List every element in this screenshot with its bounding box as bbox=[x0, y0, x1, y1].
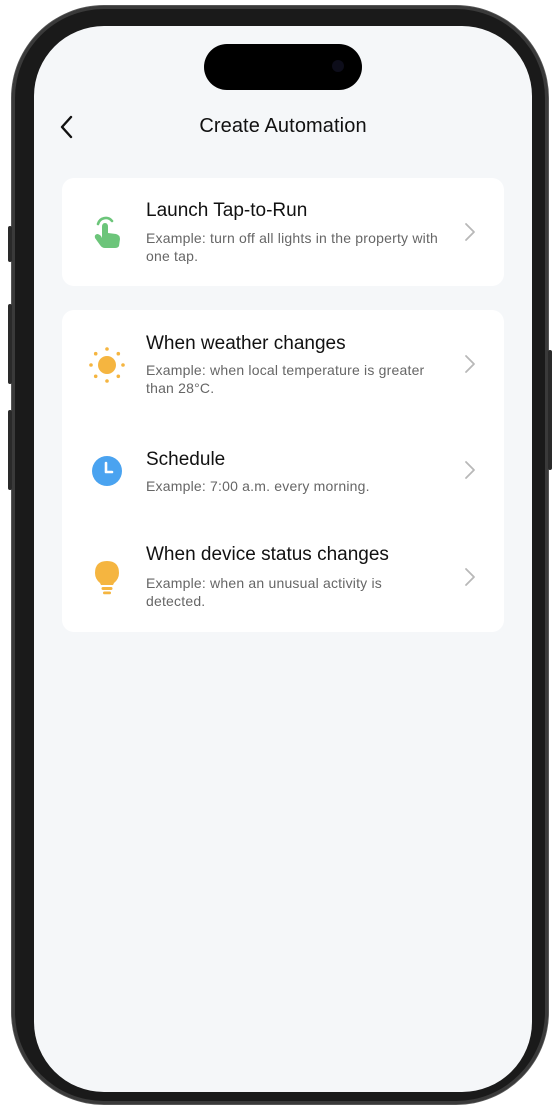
chevron-right-icon bbox=[465, 223, 475, 241]
volume-down-button bbox=[8, 410, 12, 490]
chevron-right-icon bbox=[465, 568, 475, 586]
camera bbox=[332, 60, 344, 72]
item-label: Schedule bbox=[146, 449, 226, 470]
list-item-weather[interactable]: When weather changes Example: when local… bbox=[62, 310, 504, 420]
clock-icon bbox=[88, 452, 126, 490]
item-description: Example: when an unusual activity is det… bbox=[146, 575, 382, 609]
lightbulb-icon bbox=[88, 558, 126, 596]
list-item-launch-tap-to-run[interactable]: Launch Tap-to-Run Example: turn off all … bbox=[62, 178, 504, 286]
navigation-header: Create Automation bbox=[34, 104, 532, 152]
item-description: Example: 7:00 a.m. every morning. bbox=[146, 478, 370, 494]
dynamic-island bbox=[204, 44, 362, 90]
item-label: Launch Tap-to-Run bbox=[146, 200, 308, 221]
chevron-right-icon bbox=[465, 355, 475, 373]
sun-icon bbox=[88, 346, 126, 384]
item-label: When device status changes bbox=[146, 544, 389, 565]
tap-to-run-card: Launch Tap-to-Run Example: turn off all … bbox=[62, 178, 504, 286]
tap-hand-icon bbox=[88, 212, 126, 250]
chevron-right-icon bbox=[465, 461, 475, 479]
list-item-schedule[interactable]: Schedule Example: 7:00 a.m. every mornin… bbox=[62, 426, 504, 518]
action-button bbox=[8, 226, 12, 262]
page-title: Create Automation bbox=[199, 115, 367, 137]
volume-up-button bbox=[8, 304, 12, 384]
power-button bbox=[548, 350, 552, 470]
item-description: Example: turn off all lights in the prop… bbox=[146, 230, 439, 264]
list-item-device-status[interactable]: When device status changes Example: when… bbox=[62, 524, 504, 628]
item-description: Example: when local temperature is great… bbox=[146, 362, 425, 396]
condition-card: When weather changes Example: when local… bbox=[62, 310, 504, 632]
item-label: When weather changes bbox=[146, 333, 346, 354]
